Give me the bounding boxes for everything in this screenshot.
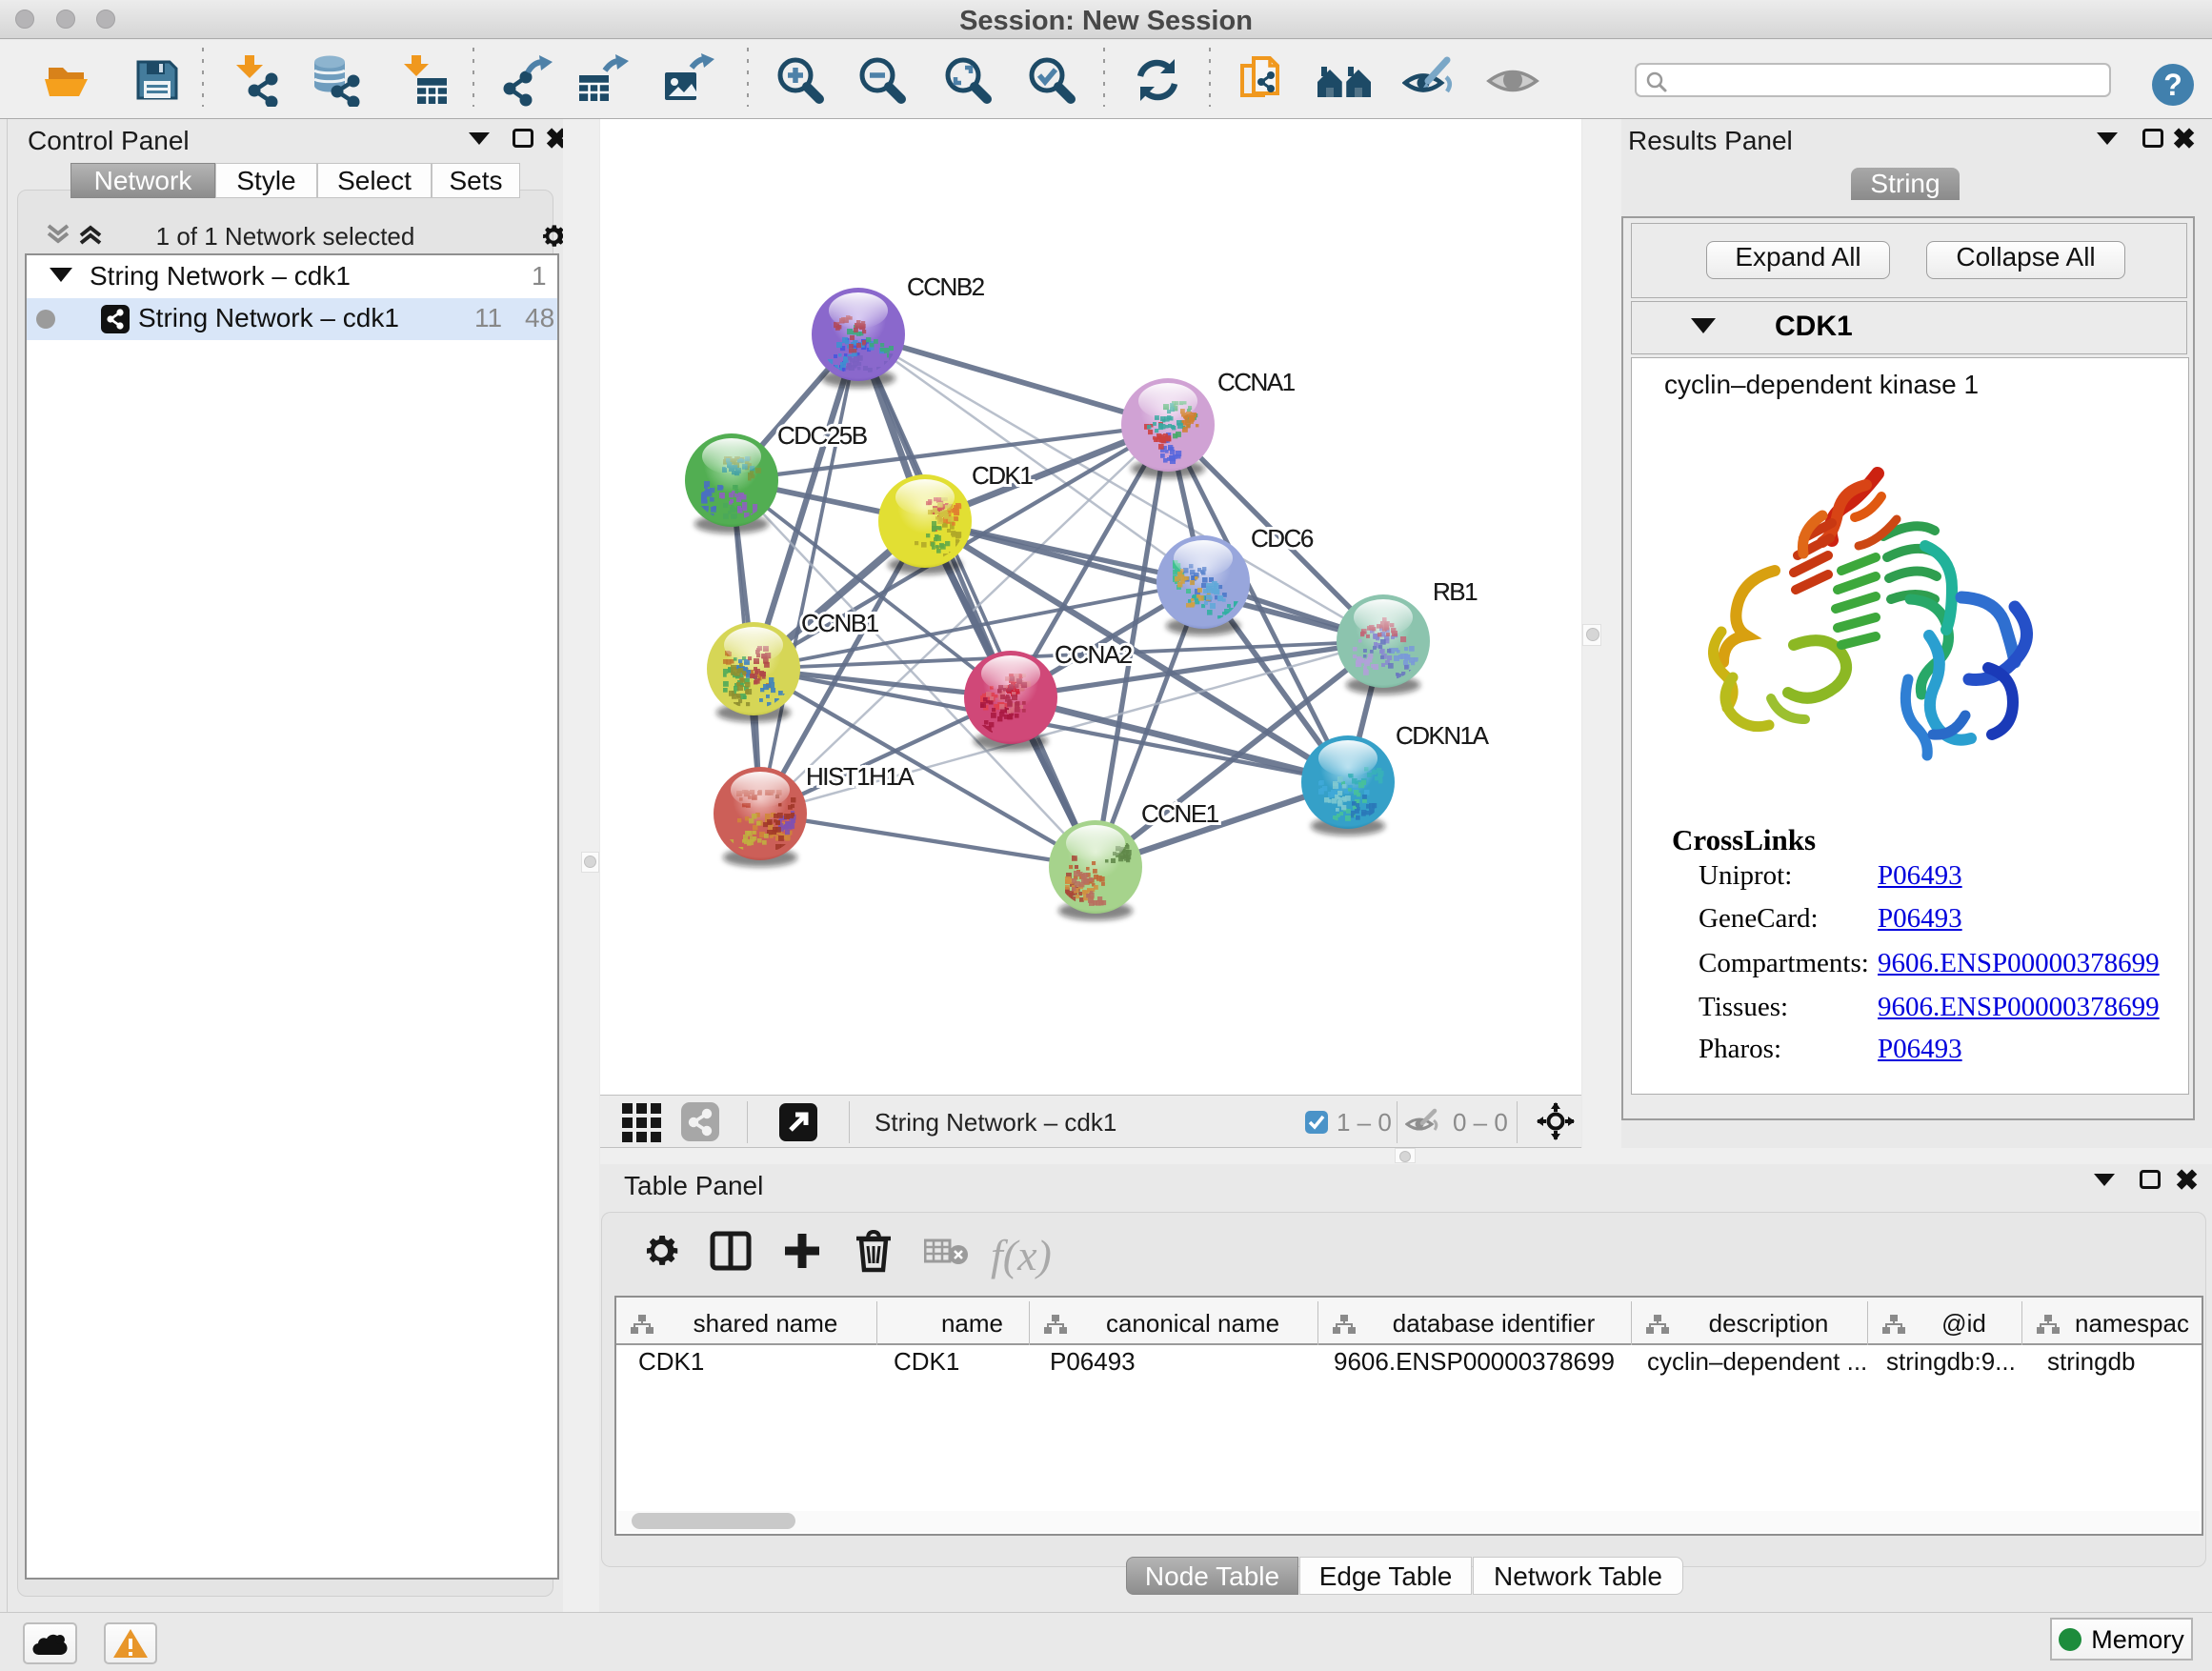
svg-text:CDK1: CDK1	[972, 461, 1033, 490]
svg-text:CCNE1: CCNE1	[1141, 799, 1219, 828]
svg-text:CCNA1: CCNA1	[1217, 368, 1296, 396]
svg-text:CCNB1: CCNB1	[801, 609, 879, 637]
svg-text:HIST1H1A: HIST1H1A	[806, 762, 915, 791]
svg-text:CCNA2: CCNA2	[1055, 640, 1133, 669]
svg-text:CCNB2: CCNB2	[907, 272, 985, 301]
svg-text:RB1: RB1	[1433, 577, 1478, 606]
svg-text:CDC6: CDC6	[1251, 524, 1314, 553]
svg-text:CDKN1A: CDKN1A	[1396, 721, 1490, 750]
svg-text:CDC25B: CDC25B	[777, 421, 867, 450]
